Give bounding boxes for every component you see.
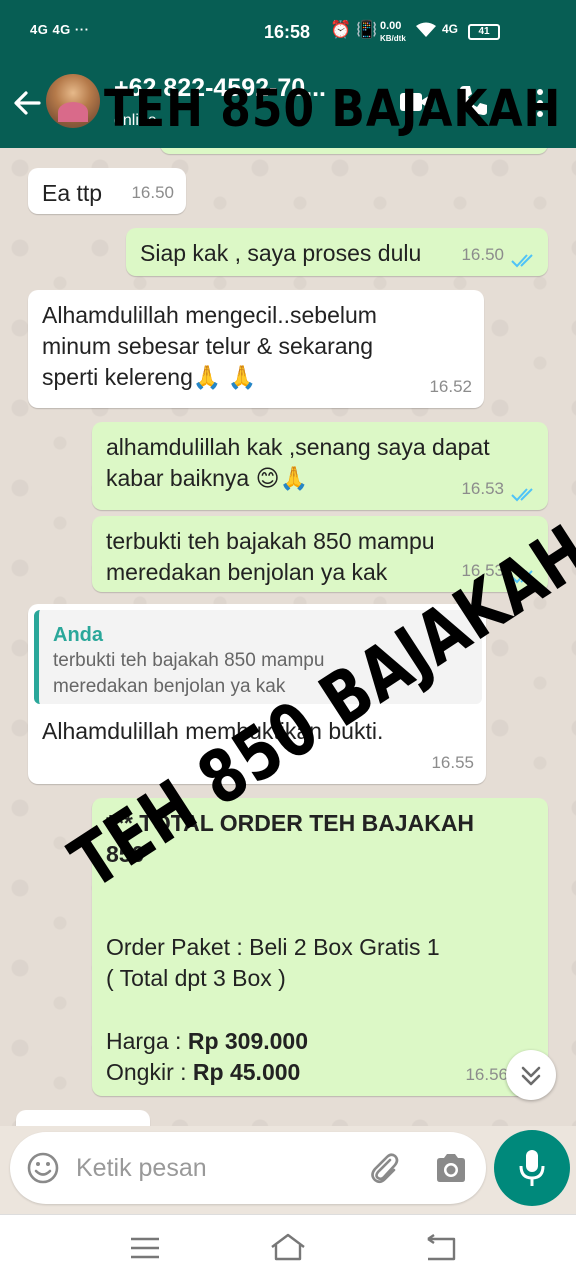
order-package: Order Paket : Beli 2 Box Gratis 1 xyxy=(106,934,440,960)
message-line: alhamdulillah kak ,senang saya dapat xyxy=(106,434,490,460)
net-speed: 0.00 KB/dtk xyxy=(380,20,406,43)
watermark-text-top: TEH 850 BAJAKAH xyxy=(104,80,562,139)
message-text: Ea ttp xyxy=(42,180,103,206)
message-bubble-partial xyxy=(160,148,548,154)
read-receipt-icon xyxy=(511,254,533,268)
scroll-down-icon xyxy=(521,1066,541,1086)
back-arrow-icon[interactable] xyxy=(12,88,42,118)
message-line: Alhamdulillah mengecil..sebelum xyxy=(42,302,377,328)
status-time: 16:58 xyxy=(264,22,311,42)
message-outgoing[interactable]: Siap kak , saya proses dulu 16.50 xyxy=(126,228,548,276)
order-price: Harga : Rp 309.000 xyxy=(106,1028,309,1054)
message-incoming[interactable]: Ea ttp 16.50 xyxy=(28,168,186,214)
mic-button[interactable] xyxy=(494,1130,570,1206)
message-text: Siap kak , saya proses dulu xyxy=(140,240,422,266)
message-composer xyxy=(10,1132,486,1204)
network-type: 4G xyxy=(442,22,459,36)
message-incoming[interactable]: Ok xyxy=(16,1110,150,1126)
status-bar: 4G 4G ··· 16:58 ⏰ 📳 0.00 KB/dtk 4G 41 xyxy=(0,0,576,62)
battery-indicator: 41 xyxy=(468,24,500,40)
message-time: 16.53 xyxy=(461,479,504,498)
wifi-icon xyxy=(416,22,436,43)
nav-back-icon[interactable] xyxy=(420,1233,460,1263)
message-time: 16.50 xyxy=(131,183,174,202)
message-input[interactable] xyxy=(76,1150,346,1186)
message-text: Ok xyxy=(30,1122,59,1126)
message-line: sperti kelereng🙏 🙏 xyxy=(42,364,257,390)
message-outgoing[interactable]: alhamdulillah kak ,senang saya dapat kab… xyxy=(92,422,548,510)
attach-icon[interactable] xyxy=(366,1150,402,1186)
mic-icon xyxy=(519,1150,545,1186)
message-line: terbukti teh bajakah 850 mampu xyxy=(106,528,435,554)
emoji-icon[interactable] xyxy=(26,1151,60,1185)
scroll-down-button[interactable] xyxy=(506,1050,556,1100)
quote-author: Anda xyxy=(53,624,103,646)
alarm-icon: ⏰ xyxy=(330,20,352,39)
chat-area[interactable]: Ea ttp 16.50 Siap kak , saya proses dulu… xyxy=(0,148,576,1126)
avatar[interactable] xyxy=(46,74,100,128)
system-nav-bar xyxy=(0,1214,576,1280)
message-time: 16.56 xyxy=(465,1065,508,1084)
camera-icon[interactable] xyxy=(434,1152,468,1184)
message-time: 16.52 xyxy=(429,377,472,396)
recent-apps-icon[interactable] xyxy=(128,1235,162,1261)
read-receipt-icon xyxy=(511,488,533,502)
signal-indicators: 4G 4G ··· xyxy=(30,22,90,37)
vibrate-icon: 📳 xyxy=(356,20,378,39)
order-total-box: ( Total dpt 3 Box ) xyxy=(106,965,286,991)
chat-header: +62 822-4592-70... online TEH 850 BAJAKA… xyxy=(0,62,576,148)
home-icon[interactable] xyxy=(268,1231,308,1263)
message-incoming[interactable]: Alhamdulillah mengecil..sebelum minum se… xyxy=(28,290,484,408)
message-time: 16.50 xyxy=(461,245,504,264)
message-line: minum sebesar telur & sekarang xyxy=(42,333,374,359)
message-time: 16.55 xyxy=(431,753,474,772)
